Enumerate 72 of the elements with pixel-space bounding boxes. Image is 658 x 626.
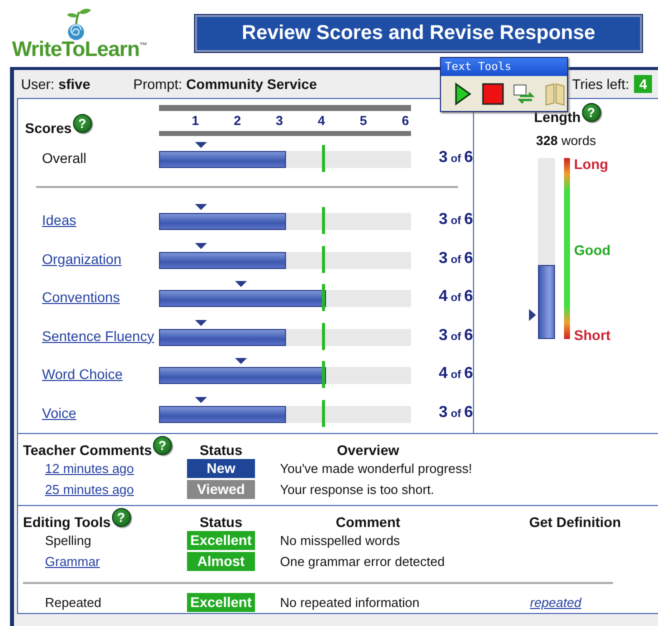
page-title: Review Scores and Revise Response	[195, 15, 642, 52]
column-header: Status	[198, 442, 244, 458]
score-text: 3 of 6	[438, 149, 473, 168]
score-text: 3 of 6	[438, 404, 473, 422]
scale-number: 6	[400, 113, 410, 129]
status-badge: Almost	[187, 552, 255, 570]
tool-label: Spelling	[44, 532, 92, 548]
tries-label: Tries left:	[572, 76, 630, 92]
section-title: Teacher Comments	[23, 442, 152, 458]
category-link[interactable]: Sentence Fluency	[18, 328, 159, 346]
pointer-icon	[194, 142, 207, 148]
comment-text: You've made wonderful progress!	[280, 460, 474, 476]
column-header: Status	[198, 514, 244, 530]
pointer-icon	[529, 309, 536, 321]
status-badge: Excellent	[187, 530, 255, 550]
column-header: Comment	[334, 514, 402, 530]
pointer-icon	[234, 358, 247, 364]
column-header: Get Definition	[528, 514, 622, 530]
comment-text: No repeated information	[280, 594, 420, 610]
comment-link[interactable]: 12 minutes ago	[23, 460, 187, 476]
stop-icon	[480, 82, 504, 106]
scale-number: 2	[232, 113, 242, 129]
score-text: 3 of 6	[438, 211, 473, 230]
column-header: Overview	[336, 442, 400, 458]
help-icon[interactable]: ?	[72, 114, 92, 133]
section-title: Scores	[25, 120, 72, 136]
book-icon	[542, 82, 566, 106]
comment-text: Your response is too short.	[280, 482, 436, 496]
range-label: Long	[574, 156, 610, 172]
definition-link[interactable]: repeated	[520, 594, 630, 610]
toolbar-title: Text Tools	[441, 58, 567, 76]
scale-number: 3	[274, 113, 284, 129]
pointer-icon	[194, 242, 207, 248]
tool-label: Repeated	[44, 594, 102, 610]
help-icon[interactable]: ?	[152, 436, 172, 454]
help-icon[interactable]: ?	[112, 508, 131, 526]
pointer-icon	[194, 396, 207, 402]
category-link[interactable]: Ideas	[18, 212, 159, 230]
score-text: 4 of 6	[438, 288, 473, 307]
range-label: Good	[574, 242, 611, 258]
user-label: User: sfive	[21, 76, 90, 92]
comment-text: No misspelled words	[280, 532, 401, 548]
category-link[interactable]: Organization	[18, 250, 159, 268]
stop-button[interactable]	[480, 81, 505, 106]
range-label: Short	[574, 327, 611, 343]
comment-text: One grammar error detected	[280, 554, 446, 568]
pointer-icon	[194, 320, 207, 326]
tool-link[interactable]: Grammar	[23, 554, 187, 568]
section-title: Editing Tools	[23, 514, 111, 530]
scale-number: 4	[316, 113, 326, 129]
score-text: 3 of 6	[438, 250, 473, 268]
scale-number: 5	[358, 113, 368, 129]
category-link[interactable]: Voice	[18, 404, 159, 422]
logo-text: WriteToLearn$^{™}$	[12, 38, 147, 62]
word-count: 328 words	[536, 133, 597, 148]
scale-number: 1	[190, 113, 200, 129]
category-link[interactable]: Conventions	[18, 289, 159, 307]
status-badge: Viewed	[187, 480, 255, 498]
status-badge: Excellent	[187, 592, 255, 612]
tries-count: 4	[634, 75, 652, 93]
pointer-icon	[194, 204, 207, 210]
category-link[interactable]: Word Choice	[18, 366, 159, 384]
swap-icon	[512, 82, 536, 106]
comment-link[interactable]: 25 minutes ago	[23, 482, 187, 496]
prompt-label: Prompt: Community Service	[133, 76, 317, 92]
score-text: 3 of 6	[438, 326, 473, 346]
section-title: Length	[534, 109, 581, 125]
status-badge: New	[187, 458, 255, 478]
pointer-icon	[234, 281, 247, 287]
score-text: 4 of 6	[438, 365, 473, 384]
category-label: Overall	[41, 150, 88, 168]
help-icon[interactable]: ?	[582, 103, 601, 122]
